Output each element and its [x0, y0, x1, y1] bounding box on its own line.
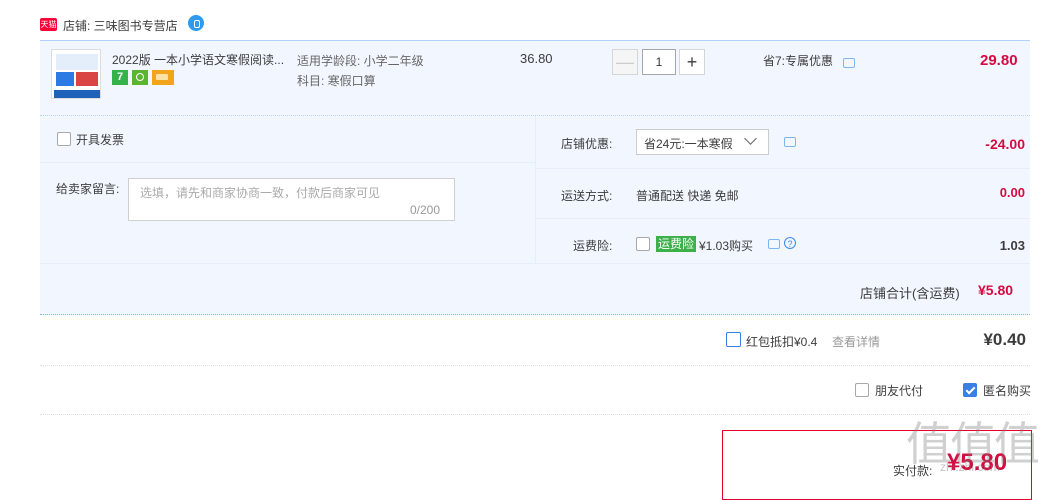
shipping-label: 运送方式: — [561, 189, 613, 203]
insurance-checkbox[interactable] — [636, 237, 650, 251]
shipping-method: 普通配送 快递 免邮 — [636, 189, 739, 203]
message-char-count: 0/200 — [410, 203, 441, 217]
item-attr-grade: 适用学龄段: 小学二年级 — [297, 54, 424, 68]
seller-message-placeholder: 选填，请先和商家协商一致，付款后商家可见 — [140, 186, 381, 200]
anonymous-checkbox[interactable] — [963, 383, 977, 397]
item-unit-price: 36.80 — [520, 51, 553, 66]
service-guarantee-icon — [132, 70, 148, 85]
invoice-checkbox[interactable] — [57, 132, 71, 146]
friend-pay-checkbox[interactable] — [855, 383, 869, 397]
comment-icon[interactable] — [784, 137, 796, 147]
divider — [40, 365, 1030, 366]
anonymous-label: 匿名购买 — [983, 384, 1032, 398]
item-attr-subject: 科目: 寒假口算 — [297, 74, 376, 88]
quantity-input[interactable]: 1 — [642, 49, 676, 75]
site-watermark-url: zhi.zhi.com — [940, 460, 1001, 474]
insurance-price: ¥1.03购买 — [699, 239, 754, 253]
shop-discount-amount: -24.00 — [985, 136, 1025, 152]
divider — [536, 168, 1030, 169]
divider — [40, 162, 535, 163]
thumb-block — [54, 90, 100, 98]
thumb-block — [56, 72, 74, 86]
shop-total-value: ¥5.80 — [978, 282, 1014, 298]
seven-day-return-icon: 7 — [112, 70, 128, 85]
chat-seller-icon[interactable] — [188, 15, 204, 31]
credit-card-icon — [152, 70, 174, 85]
message-label: 给卖家留言: — [56, 182, 120, 196]
redpacket-label: 红包抵扣¥0.4 — [746, 335, 818, 349]
shop-name-link[interactable]: 店铺: 三味图书专营店 — [63, 17, 178, 34]
item-title-link[interactable]: 2022版 一本小学语文寒假阅读... — [112, 51, 284, 68]
divider — [40, 414, 1030, 415]
quantity-increase-button[interactable]: + — [679, 49, 705, 75]
divider — [536, 218, 1030, 219]
shop-total-label: 店铺合计(含运费) — [860, 286, 960, 301]
redpacket-checkbox[interactable] — [726, 332, 741, 347]
insurance-amount: 1.03 — [999, 238, 1025, 253]
shipping-amount: 0.00 — [999, 185, 1025, 200]
shop-discount-label: 店铺优惠: — [561, 137, 613, 151]
thumb-block — [76, 72, 98, 86]
comment-icon[interactable] — [843, 58, 855, 68]
friend-pay-label: 朋友代付 — [875, 384, 924, 398]
divider — [40, 263, 1030, 264]
tmall-badge: 天猫 — [40, 18, 57, 31]
redpacket-details-link[interactable]: 查看详情 — [832, 333, 880, 350]
thumb-block — [56, 54, 98, 70]
invoice-label: 开具发票 — [76, 133, 125, 147]
item-thumbnail[interactable] — [51, 49, 101, 99]
quantity-decrease-button[interactable]: — — [612, 49, 638, 75]
redpacket-amount: ¥0.40 — [983, 330, 1026, 349]
insurance-label: 运费险: — [573, 239, 613, 253]
help-icon[interactable]: ? — [784, 237, 796, 249]
item-subtotal: 29.80 — [980, 52, 1018, 69]
item-discount: 省7:专属优惠 — [763, 54, 834, 68]
shop-discount-value: 省24元:一本寒假 — [644, 137, 733, 151]
comment-icon[interactable] — [768, 239, 780, 249]
insurance-tag: 运费险 — [656, 236, 697, 252]
